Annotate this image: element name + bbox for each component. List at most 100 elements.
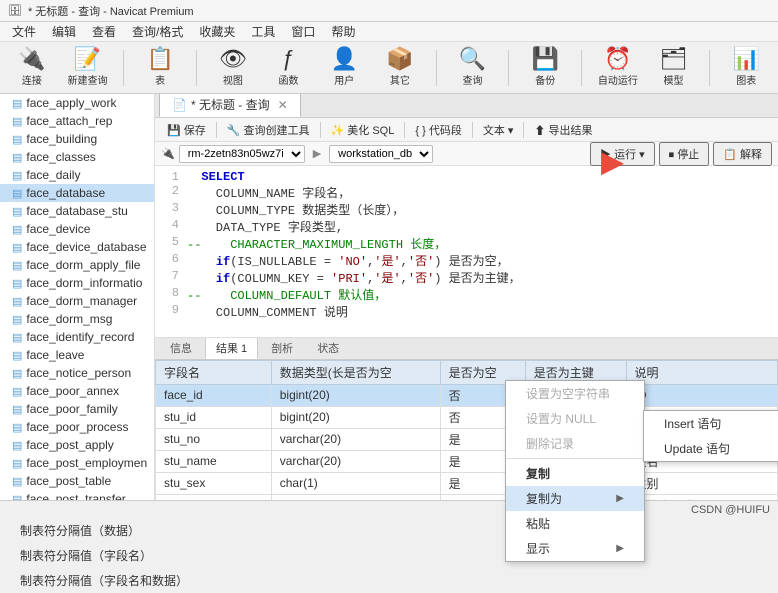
toolbar-btn-table[interactable]: 📋表 [136,46,184,90]
table-icon: ▤ [12,277,22,290]
tab-close-icon[interactable]: ✕ [278,98,288,112]
menu-item-窗口[interactable]: 窗口 [283,21,323,42]
sidebar-item-face_dorm_apply_file[interactable]: ▤face_dorm_apply_file [0,256,154,274]
menu-item-文件[interactable]: 文件 [4,21,44,42]
menu-item-帮助[interactable]: 帮助 [323,21,363,42]
code-text: -- COLUMN_DEFAULT 默认值， [187,286,386,303]
result-tab-信息[interactable]: 信息 [159,338,203,360]
sidebar-item-face_dorm_msg[interactable]: ▤face_dorm_msg [0,310,154,328]
user-icon: 👤 [330,48,357,70]
toolbar-btn-autorun[interactable]: ⏰自动运行 [594,46,642,90]
toolbar-btn-model[interactable]: 🗂模型 [650,46,698,90]
query-builder-button[interactable]: 🔧 查询创建工具 [221,120,316,140]
sidebar-item-face_poor_process[interactable]: ▤face_poor_process [0,418,154,436]
sidebar-item-face_poor_family[interactable]: ▤face_poor_family [0,400,154,418]
status-text: CSDN @HUIFU [691,504,770,516]
text-button[interactable]: 文本 ▾ [477,120,520,140]
ctx-item-set-empty[interactable]: 设置为空字符串 [506,381,644,406]
subcm-item-update-stmt[interactable]: Update 语句 [644,436,778,461]
sidebar-item-face_notice_person[interactable]: ▤face_notice_person [0,364,154,382]
toolbar-btn-new-query[interactable]: 📝新建查询 [64,46,112,90]
sidebar-label: face_identify_record [26,330,134,344]
cell-field: picture_id [156,494,272,500]
ctx-item-show[interactable]: 显示▶ [506,536,644,561]
result-tab-结果 1[interactable]: 结果 1 [205,338,258,360]
toolbar-btn-user[interactable]: 👤 用户 [320,46,368,90]
table-icon: 📋 [146,48,173,70]
save-button[interactable]: 💾 保存 [161,120,212,140]
table-icon: ▤ [12,133,22,146]
sidebar-item-face_database[interactable]: ▤face_database [0,184,154,202]
connection-select[interactable]: rm-2zetn83n05wz7i [179,145,305,163]
subcm-item-insert-stmt[interactable]: Insert 语句 [644,411,778,436]
explain-button[interactable]: 📋 解释 [713,142,772,166]
table-row[interactable]: face_id bigint(20) 否 是 ID [156,384,778,406]
table-row[interactable]: picture_id varchar(100) 是 否 人脸库图片ID [156,494,778,500]
subcm2-item-tsv-all[interactable]: 制表符分隔值（字段名和数据） [0,568,778,593]
query-tab[interactable]: 📄 * 无标题 - 查询 ✕ [159,94,301,117]
stop-button[interactable]: ⏹ 停止 [659,142,710,166]
table-icon: ▤ [12,421,22,434]
sidebar-item-face_classes[interactable]: ▤face_classes [0,148,154,166]
export-results-button[interactable]: ⬆ 导出结果 [528,120,598,140]
ctx-item-delete-record[interactable]: 删除记录 [506,431,644,456]
code-line: 1 SELECT [159,170,774,184]
menu-item-查询/格式[interactable]: 查询/格式 [124,21,191,42]
sidebar-item-face_post_table[interactable]: ▤face_post_table [0,472,154,490]
sidebar-item-face_post_apply[interactable]: ▤face_post_apply [0,436,154,454]
sidebar-label: face_notice_person [26,366,131,380]
sidebar-item-face_post_transfer[interactable]: ▤face_post_transfer [0,490,154,500]
menu-item-编辑[interactable]: 编辑 [44,21,84,42]
sidebar-item-face_apply_work[interactable]: ▤face_apply_work [0,94,154,112]
model-label: 模型 [664,72,684,87]
code-snippet-button[interactable]: { } 代码段 [409,120,467,140]
result-tab-状态[interactable]: 状态 [306,338,350,360]
database-select[interactable]: workstation_db [329,145,433,163]
table-row[interactable]: stu_sex char(1) 是 否 性别 [156,472,778,494]
chart-icon: 📊 [733,48,760,70]
beautify-sql-button[interactable]: ✨ 美化 SQL [325,120,401,140]
toolbar-btn-chart[interactable]: 📊图表 [722,46,770,90]
sidebar-item-face_daily[interactable]: ▤face_daily [0,166,154,184]
toolbar-btn-other[interactable]: 📦其它 [376,46,424,90]
sidebar-label: face_daily [26,168,80,182]
sidebar-item-face_building[interactable]: ▤face_building [0,130,154,148]
menubar: 文件编辑查看查询/格式收藏夹工具窗口帮助 [0,22,778,42]
result-tab-剖析[interactable]: 剖析 [260,338,304,360]
table-icon: ▤ [12,115,22,128]
sidebar-item-face_poor_annex[interactable]: ▤face_poor_annex [0,382,154,400]
code-editor[interactable]: 1 SELECT2 COLUMN_NAME 字段名，3 COLUMN_TYPE … [155,166,778,338]
cell-type: varchar(20) [271,428,440,450]
table-icon: ▤ [12,241,22,254]
sidebar-item-face_device_database[interactable]: ▤face_device_database [0,238,154,256]
sidebar-item-face_attach_rep[interactable]: ▤face_attach_rep [0,112,154,130]
table-icon: ▤ [12,475,22,488]
ctx-item-copy-as[interactable]: 复制为▶ [506,486,644,511]
sidebar-label: face_post_apply [26,438,113,452]
separator [404,122,405,138]
user-label: 用户 [334,72,354,87]
table-icon: ▤ [12,187,22,200]
table-icon: ▤ [12,403,22,416]
sidebar-item-face_identify_record[interactable]: ▤face_identify_record [0,328,154,346]
toolbar-btn-view[interactable]: 👁视图 [209,46,257,90]
ctx-item-copy[interactable]: 复制 [506,461,644,486]
sidebar-item-face_device[interactable]: ▤face_device [0,220,154,238]
toolbar-btn-function[interactable]: ƒ函数 [265,46,313,90]
menu-item-工具[interactable]: 工具 [243,21,283,42]
toolbar-btn-connect[interactable]: 🔌连接 [8,46,56,90]
toolbar-btn-backup[interactable]: 💾备份 [521,46,569,90]
ctx-item-paste[interactable]: 粘贴 [506,511,644,536]
sidebar-item-face_database_stu[interactable]: ▤face_database_stu [0,202,154,220]
sidebar-item-face_dorm_manager[interactable]: ▤face_dorm_manager [0,292,154,310]
sidebar-item-face_post_employmen[interactable]: ▤face_post_employmen [0,454,154,472]
subcm2-item-tsv-field[interactable]: 制表符分隔值（字段名） [0,543,778,568]
sidebar-item-face_dorm_informatio[interactable]: ▤face_dorm_informatio [0,274,154,292]
menu-item-查看[interactable]: 查看 [84,21,124,42]
ctx-item-set-null[interactable]: 设置为 NULL [506,406,644,431]
subcm2-item-tsv-data[interactable]: 制表符分隔值（数据） [0,518,778,543]
sidebar-item-face_leave[interactable]: ▤face_leave [0,346,154,364]
menu-item-收藏夹[interactable]: 收藏夹 [191,21,243,42]
toolbar-separator [581,50,582,86]
toolbar-btn-query[interactable]: 🔍查询 [449,46,497,90]
